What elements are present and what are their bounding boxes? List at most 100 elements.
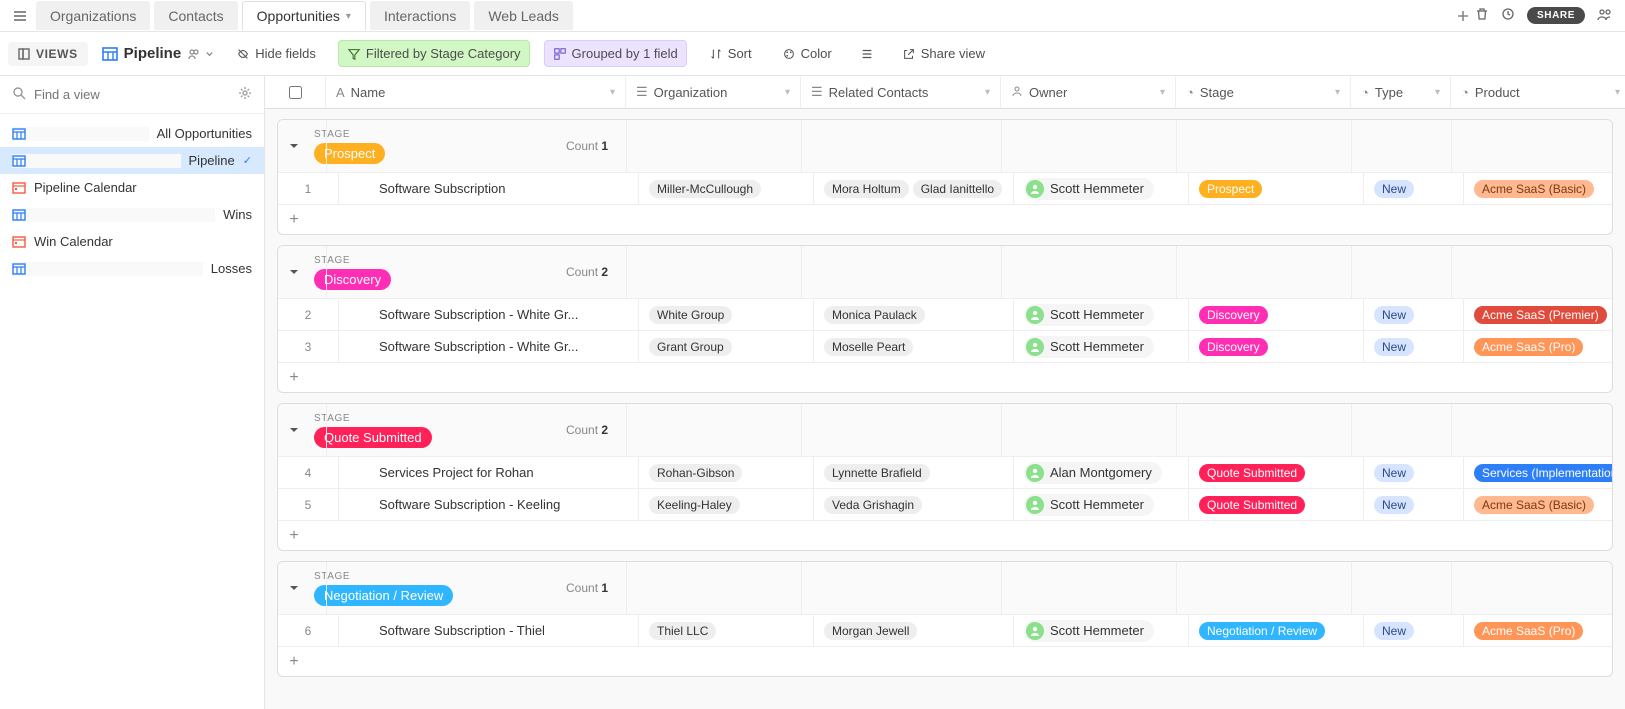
column-owner[interactable]: Owner▾ — [1000, 76, 1175, 108]
share-view-button[interactable]: Share view — [894, 41, 993, 66]
cell-type[interactable]: New — [1363, 457, 1463, 488]
add-tab-button[interactable] — [1451, 10, 1475, 22]
history-icon[interactable] — [1501, 7, 1515, 24]
org-chip[interactable]: Rohan-Gibson — [649, 464, 742, 482]
table-row[interactable]: 4Services Project for RohanRohan-GibsonL… — [278, 456, 1612, 488]
row-number[interactable]: 4 — [278, 457, 338, 488]
cell-owner[interactable]: Scott Hemmeter — [1013, 331, 1188, 362]
table-row[interactable]: 6Software Subscription - Thiel Thiel LLC M… — [278, 614, 1612, 646]
view-title[interactable]: Pipeline — [102, 45, 215, 62]
collapse-toggle-icon[interactable] — [278, 267, 310, 277]
add-row[interactable]: + — [278, 204, 1612, 234]
select-all-checkbox[interactable] — [289, 86, 302, 99]
cell-stage[interactable]: Negotiation / Review — [1188, 615, 1363, 646]
chevron-down-icon[interactable]: ▾ — [1160, 87, 1165, 98]
column-type[interactable]: ◔Type▾ — [1350, 76, 1450, 108]
collapse-toggle-icon[interactable] — [278, 425, 310, 435]
plus-icon[interactable]: + — [278, 527, 310, 545]
row-number[interactable]: 6 — [278, 615, 338, 646]
cell-contacts[interactable]: Veda Grishagin — [813, 489, 1013, 520]
cell-type[interactable]: New — [1363, 173, 1463, 204]
row-number[interactable]: 5 — [278, 489, 338, 520]
gear-icon[interactable] — [238, 86, 252, 103]
cell-organization[interactable]: Miller-McCullough — [638, 173, 813, 204]
cell-contacts[interactable]: Monica Paulack — [813, 299, 1013, 330]
cell-owner[interactable]: Scott Hemmeter — [1013, 299, 1188, 330]
contact-chip[interactable]: Veda Grishagin — [824, 496, 922, 514]
views-toggle[interactable]: VIEWS — [8, 42, 88, 66]
plus-icon[interactable]: + — [278, 211, 310, 229]
cell-name[interactable]: Software Subscription - White Gr... — [338, 299, 638, 330]
sidebar-item-losses[interactable]: Losses — [0, 255, 264, 282]
table-row[interactable]: 3Software Subscription - White Gr...Gran… — [278, 330, 1612, 362]
hide-fields-button[interactable]: Hide fields — [228, 41, 324, 66]
cell-product[interactable]: Acme SaaS (Basic) — [1463, 489, 1613, 520]
cell-owner[interactable]: Scott Hemmeter — [1013, 615, 1188, 646]
row-height-button[interactable] — [854, 42, 880, 66]
cell-name[interactable]: Services Project for Rohan — [338, 457, 638, 488]
cell-name[interactable]: Software Subscription - Keeling — [338, 489, 638, 520]
cell-product[interactable]: Acme SaaS (Premier) — [1463, 299, 1613, 330]
plus-icon[interactable]: + — [278, 369, 310, 387]
cell-product[interactable]: Acme SaaS (Pro) — [1463, 615, 1613, 646]
people-icon[interactable] — [1597, 7, 1613, 24]
group-header[interactable]: STAGEQuote SubmittedCount 2 — [278, 404, 1612, 456]
row-number[interactable]: 2 — [278, 299, 338, 330]
org-chip[interactable]: Thiel LLC — [649, 622, 716, 640]
cell-organization[interactable]: White Group — [638, 299, 813, 330]
search-input[interactable] — [34, 87, 238, 102]
cell-name[interactable]: Software Subscription — [338, 173, 638, 204]
add-row[interactable]: + — [278, 646, 1612, 676]
column-contacts[interactable]: ☰Related Contacts▾ — [800, 76, 1000, 108]
cell-contacts[interactable]: Mora HoltumGlad Ianittello — [813, 173, 1013, 204]
tab-web-leads[interactable]: Web Leads — [474, 1, 573, 30]
collapse-toggle-icon[interactable] — [278, 583, 310, 593]
contact-chip[interactable]: Moselle Peart — [824, 338, 913, 356]
row-number[interactable]: 1 — [278, 173, 338, 204]
cell-type[interactable]: New — [1363, 615, 1463, 646]
chevron-down-icon[interactable]: ▾ — [785, 87, 790, 98]
select-all-cell[interactable] — [265, 76, 325, 108]
table-row[interactable]: 2Software Subscription - White Gr...Whit… — [278, 298, 1612, 330]
table-row[interactable]: 5Software Subscription - Keeling Keeling-… — [278, 488, 1612, 520]
contact-chip[interactable]: Morgan Jewell — [824, 622, 917, 640]
org-chip[interactable]: Grant Group — [649, 338, 732, 356]
group-button[interactable]: Grouped by 1 field — [544, 40, 687, 67]
cell-product[interactable]: Acme SaaS (Pro) — [1463, 331, 1613, 362]
share-button[interactable]: SHARE — [1527, 7, 1585, 24]
cell-product[interactable]: Acme SaaS (Basic) — [1463, 173, 1613, 204]
cell-contacts[interactable]: Morgan Jewell — [813, 615, 1013, 646]
collapse-toggle-icon[interactable] — [278, 141, 310, 151]
cell-organization[interactable]: Grant Group — [638, 331, 813, 362]
owner-chip[interactable]: Scott Hemmeter — [1024, 494, 1154, 516]
cell-type[interactable]: New — [1363, 331, 1463, 362]
tab-interactions[interactable]: Interactions — [370, 1, 470, 30]
owner-chip[interactable]: Scott Hemmeter — [1024, 178, 1154, 200]
tab-contacts[interactable]: Contacts — [154, 1, 237, 30]
cell-stage[interactable]: Prospect — [1188, 173, 1363, 204]
org-chip[interactable]: Keeling-Haley — [649, 496, 740, 514]
cell-name[interactable]: Software Subscription - Thiel — [338, 615, 638, 646]
collab-dropdown-icon[interactable] — [187, 47, 214, 61]
contact-chip[interactable]: Glad Ianittello — [913, 180, 1002, 198]
cell-stage[interactable]: Discovery — [1188, 299, 1363, 330]
column-stage[interactable]: ◔Stage▾ — [1175, 76, 1350, 108]
tab-organizations[interactable]: Organizations — [36, 1, 150, 30]
plus-icon[interactable]: + — [278, 653, 310, 671]
owner-chip[interactable]: Scott Hemmeter — [1024, 620, 1154, 642]
cell-contacts[interactable]: Moselle Peart — [813, 331, 1013, 362]
group-header[interactable]: STAGENegotiation / ReviewCount 1 — [278, 562, 1612, 614]
owner-chip[interactable]: Scott Hemmeter — [1024, 304, 1154, 326]
sidebar-item-pipeline-calendar[interactable]: Pipeline Calendar — [0, 174, 264, 201]
cell-organization[interactable]: Rohan-Gibson — [638, 457, 813, 488]
sidebar-item-wins[interactable]: Wins — [0, 201, 264, 228]
cell-name[interactable]: Software Subscription - White Gr... — [338, 331, 638, 362]
owner-chip[interactable]: Alan Montgomery — [1024, 462, 1162, 484]
contact-chip[interactable]: Monica Paulack — [824, 306, 925, 324]
cell-organization[interactable]: Thiel LLC — [638, 615, 813, 646]
cell-type[interactable]: New — [1363, 489, 1463, 520]
group-header[interactable]: STAGEProspectCount 1 — [278, 120, 1612, 172]
chevron-down-icon[interactable]: ▾ — [346, 11, 351, 22]
group-header[interactable]: STAGEDiscoveryCount 2 — [278, 246, 1612, 298]
chevron-down-icon[interactable]: ▾ — [1615, 87, 1620, 98]
